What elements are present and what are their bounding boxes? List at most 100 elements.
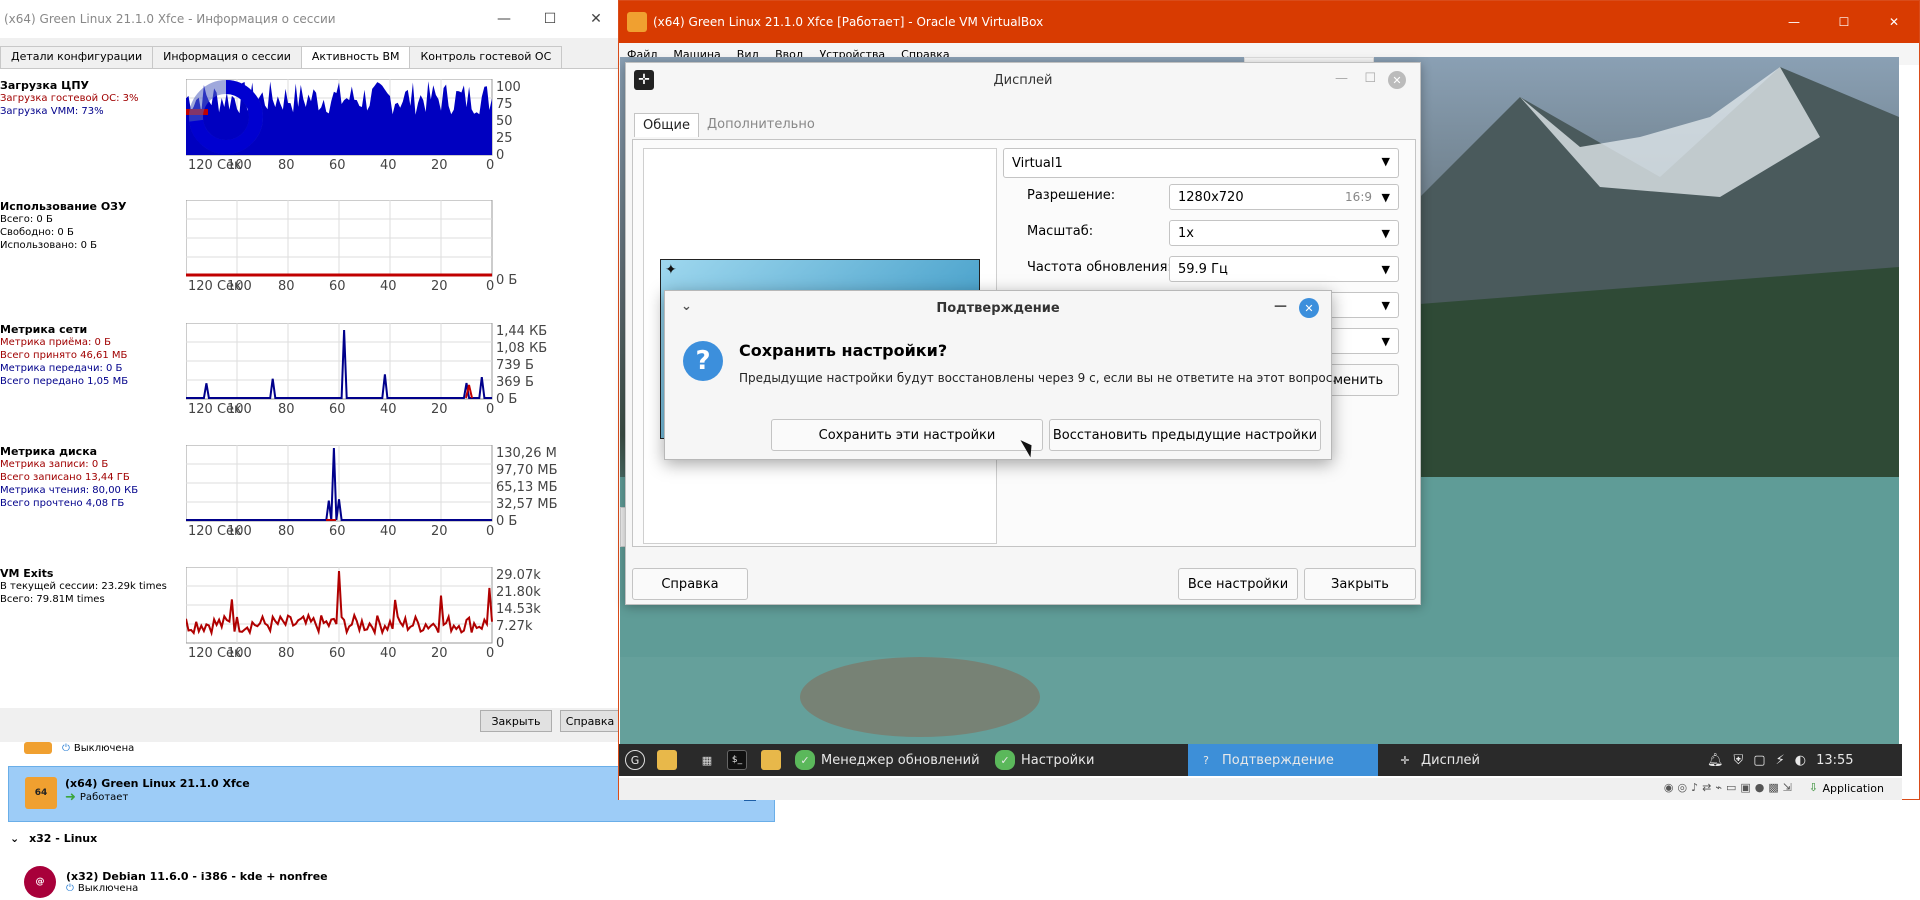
power-off-icon: ⏻: [62, 742, 70, 754]
help-button[interactable]: Справка: [632, 568, 748, 600]
x-tick-label: 60: [329, 158, 346, 171]
cpu-icon[interactable]: ▩: [1768, 781, 1778, 794]
network-icon[interactable]: ⇄: [1702, 781, 1711, 794]
minimize-icon[interactable]: —: [481, 0, 527, 38]
tab-vm-activity[interactable]: Активность ВМ: [300, 46, 411, 68]
vbox-titlebar[interactable]: (x64) Green Linux 21.1.0 Xfce [Работает]…: [619, 1, 1919, 43]
chevron-down-icon: ⌄: [681, 299, 692, 314]
hdd-icon[interactable]: ◉: [1664, 781, 1674, 794]
keep-settings-button[interactable]: Сохранить эти настройки: [771, 419, 1043, 451]
shared-folder-icon[interactable]: ▭: [1726, 781, 1736, 794]
all-settings-button[interactable]: Все настройки: [1178, 568, 1298, 600]
aspect-ratio: 16:9: [1345, 190, 1372, 204]
vm-group-label: x32 - Linux: [29, 832, 98, 845]
whisker-menu-icon: G: [625, 750, 645, 770]
chevron-down-icon: ⌄: [10, 832, 20, 845]
system-tray: 🔔︎ ⛨ ▢ ⚡︎ ◐ 13:55: [1707, 744, 1854, 776]
taskbar-item-update-manager[interactable]: ✓ Менеджер обновлений: [791, 744, 981, 776]
tab-guest-control[interactable]: Контроль гостевой ОС: [409, 46, 563, 68]
dropdown-arrow-icon: ▼: [1381, 299, 1390, 312]
power-icon[interactable]: ⚡︎: [1776, 753, 1785, 768]
vm-list-item[interactable]: @ (x32) Debian 11.6.0 - i386 - kde + non…: [24, 866, 328, 898]
y-tick-label: 1,44 КБ: [496, 324, 547, 339]
tab-advanced[interactable]: Дополнительно: [699, 113, 823, 137]
disk-write-total: Всего записано 13,44 ГБ: [0, 472, 130, 483]
close-icon[interactable]: ✕: [1388, 71, 1406, 89]
taskbar-label: Дисплей: [1421, 752, 1481, 768]
close-button[interactable]: Закрыть: [1304, 568, 1416, 600]
monitor-select[interactable]: Virtual1 ▼: [1003, 148, 1399, 178]
app-menu-button[interactable]: G: [625, 744, 645, 776]
y-tick-label: 75: [496, 97, 513, 112]
revert-settings-button[interactable]: Восстановить предыдущие настройки: [1049, 419, 1321, 451]
y-tick-label: 100: [496, 80, 521, 95]
cpu-heading: Загрузка ЦПУ: [0, 79, 90, 92]
close-icon[interactable]: ✕: [573, 0, 619, 38]
minimize-icon[interactable]: —: [1335, 71, 1348, 86]
help-button[interactable]: Справка: [560, 710, 620, 732]
mouse-integration-icon[interactable]: ⇲: [1783, 781, 1792, 794]
security-shield-icon[interactable]: ⛨: [1734, 753, 1744, 768]
close-button[interactable]: Закрыть: [480, 710, 552, 732]
dropdown-arrow-icon: ▼: [1381, 227, 1390, 240]
refresh-rate-label: Частота обновления:: [1027, 260, 1172, 275]
vm-state: ➜ Работает: [65, 790, 250, 805]
tab-config-details[interactable]: Детали конфигурации: [0, 46, 154, 68]
maximize-icon[interactable]: ☐: [1364, 71, 1376, 86]
session-window-controls: — ☐ ✕: [481, 0, 619, 38]
recording-icon[interactable]: ●: [1755, 781, 1765, 794]
usb-icon[interactable]: ⌁: [1715, 781, 1722, 794]
file-manager-launcher[interactable]: [761, 744, 781, 776]
tab-session-info[interactable]: Информация о сессии: [152, 46, 302, 68]
clock[interactable]: 13:55: [1816, 753, 1853, 768]
clipboard-icon[interactable]: ▢: [1753, 753, 1765, 768]
disk-write-rate: Метрика записи: 0 Б: [0, 459, 109, 470]
question-icon: ?: [683, 341, 723, 381]
confirm-titlebar[interactable]: ⌄ Подтверждение — ✕: [665, 291, 1331, 325]
display-icon[interactable]: ▣: [1740, 781, 1750, 794]
vm-os-icon: 64: [25, 777, 57, 809]
confirm-message: Предыдущие настройки будут восстановлены…: [739, 371, 1337, 385]
taskbar-item-settings[interactable]: ✓ Настройки: [991, 744, 1181, 776]
disk-heading: Метрика диска: [0, 445, 98, 458]
minimize-icon[interactable]: —: [1769, 1, 1819, 43]
notification-bell-icon[interactable]: 🔔︎: [1707, 753, 1724, 768]
vm-name: (x64) Green Linux 21.1.0 Xfce: [65, 777, 250, 790]
terminal-launcher[interactable]: $_: [727, 744, 747, 776]
vm-group-header[interactable]: ⌄ x32 - Linux: [10, 832, 97, 845]
close-icon[interactable]: ✕: [1299, 298, 1319, 318]
resolution-select[interactable]: 1280x720 16:9 ▼: [1169, 184, 1399, 210]
dropdown-arrow-icon: ▼: [1381, 335, 1390, 348]
disk-metric-text: Метрика диска Метрика записи: 0 Б Всего …: [0, 445, 138, 510]
network-icon[interactable]: ◐: [1795, 753, 1806, 768]
vm-list-item[interactable]: ⏻ Выключена: [24, 742, 134, 754]
x-tick-label: 100: [227, 524, 252, 537]
display-dialog-titlebar[interactable]: ✛ Дисплей — ☐ ✕: [626, 63, 1420, 97]
taskbar-item-display[interactable]: ✛ Дисплей: [1391, 744, 1581, 776]
ram-total: Всего: 0 Б: [0, 214, 53, 225]
minimize-icon[interactable]: —: [1274, 299, 1287, 314]
taskbar-item-confirmation[interactable]: ? Подтверждение: [1188, 744, 1378, 776]
exits-metric-text: VM Exits В текущей сессии: 23.29k times …: [0, 567, 167, 606]
apps-launcher[interactable]: ▦: [697, 744, 717, 776]
display-icon: ✛: [1400, 753, 1410, 767]
x-tick-label: 80: [278, 158, 295, 171]
refresh-rate-select[interactable]: 59.9 Гц ▼: [1169, 256, 1399, 282]
resolution-value: 1280x720: [1178, 189, 1244, 205]
taskbar-label: Менеджер обновлений: [821, 752, 980, 768]
tab-general[interactable]: Общие: [634, 113, 699, 137]
net-rx-total: Всего принято 46,61 МБ: [0, 350, 128, 361]
net-tx-total: Всего передано 1,05 МБ: [0, 376, 129, 387]
x-tick-label: 20: [431, 158, 448, 171]
files-launcher[interactable]: [657, 744, 677, 776]
audio-icon[interactable]: ♪: [1691, 781, 1698, 794]
maximize-icon[interactable]: ☐: [1819, 1, 1869, 43]
x-tick-label: 80: [278, 279, 295, 292]
x-tick-label: 40: [380, 646, 397, 659]
ram-heading: Использование ОЗУ: [0, 200, 127, 213]
scale-select[interactable]: 1x ▼: [1169, 220, 1399, 246]
optical-drive-icon[interactable]: ◎: [1677, 781, 1687, 794]
maximize-icon[interactable]: ☐: [527, 0, 573, 38]
close-icon[interactable]: ✕: [1869, 1, 1919, 43]
vm-state: ⏻ Выключена: [62, 743, 134, 754]
